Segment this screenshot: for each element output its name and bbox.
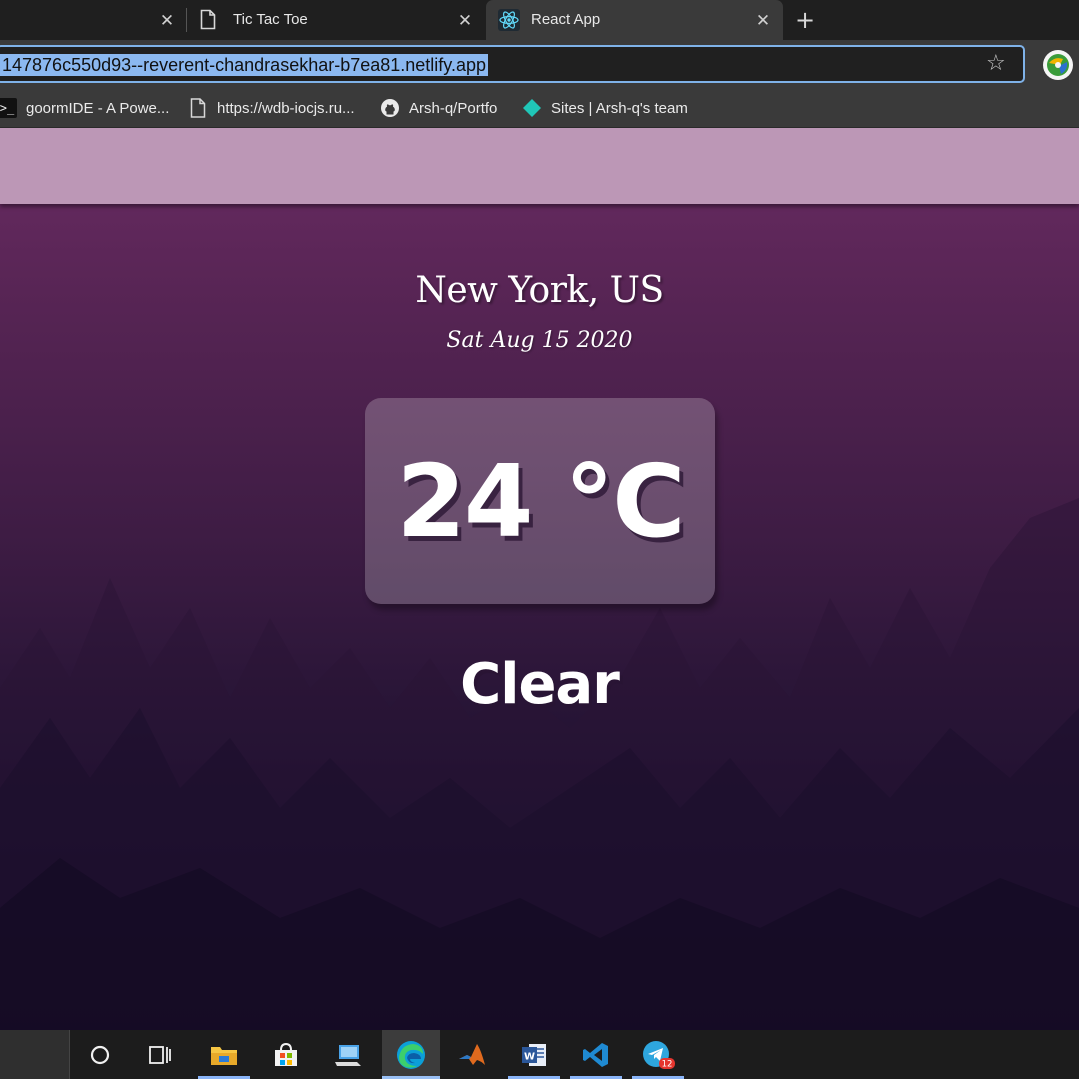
date-label: Sat Aug 15 2020 [446, 328, 633, 353]
temperature-value: 24 °C [396, 442, 685, 560]
bookmark-goormide[interactable]: >_ goormIDE - A Powe... [0, 96, 169, 120]
bookmark-label: https://wdb-iocjs.ru... [217, 99, 355, 117]
vscode-icon[interactable] [570, 1030, 622, 1079]
weather-condition: Clear [460, 652, 620, 717]
page-icon [200, 9, 216, 30]
address-bar[interactable]: 147876c550d93--reverent-chandrasekhar-b7… [0, 45, 1025, 83]
favorite-star-icon[interactable]: ☆ [986, 53, 1006, 75]
location-title: New York, US [415, 270, 664, 311]
tab-previous[interactable]: ✕ [0, 0, 186, 40]
tab-tic-tac-toe[interactable]: Tic Tac Toe ✕ [188, 0, 484, 40]
telegram-icon[interactable]: 12 [632, 1030, 684, 1079]
edge-icon[interactable] [382, 1030, 440, 1079]
tab-close-icon[interactable]: ✕ [754, 11, 772, 29]
tab-divider [186, 8, 187, 32]
tab-title: React App [531, 11, 601, 28]
matlab-icon[interactable] [446, 1030, 498, 1079]
svg-text:W: W [524, 1051, 535, 1062]
new-tab-button[interactable]: + [793, 8, 817, 32]
extension-icon[interactable] [1043, 50, 1073, 80]
pc-icon[interactable] [322, 1030, 374, 1079]
tab-close-icon[interactable]: ✕ [456, 11, 474, 29]
bookmark-label: Sites | Arsh-q's team [551, 99, 688, 117]
weather-app: New York, US Sat Aug 15 2020 24 °C Clear [0, 128, 1079, 1030]
react-icon [498, 9, 520, 31]
tab-react-app[interactable]: React App ✕ [486, 0, 783, 40]
terminal-icon: >_ [0, 98, 17, 118]
task-view-icon[interactable] [134, 1030, 186, 1079]
netlify-icon [522, 98, 542, 118]
header-band [0, 128, 1079, 204]
word-icon[interactable]: W [508, 1030, 560, 1079]
github-icon [380, 98, 400, 118]
browser-toolbar: 147876c550d93--reverent-chandrasekhar-b7… [0, 40, 1079, 88]
tab-strip: ✕ Tic Tac Toe ✕ React App ✕ + [0, 0, 1079, 40]
notification-badge: 12 [662, 1059, 673, 1069]
cortana-icon[interactable] [74, 1030, 126, 1079]
page-icon [188, 98, 208, 118]
bookmark-github-portfolio[interactable]: Arsh-q/Portfo [380, 96, 497, 120]
tab-title: Tic Tac Toe [233, 11, 308, 28]
bookmark-label: goormIDE - A Powe... [26, 99, 170, 117]
url-text[interactable]: 147876c550d93--reverent-chandrasekhar-b7… [0, 54, 488, 76]
bookmark-netlify-sites[interactable]: Sites | Arsh-q's team [522, 96, 688, 120]
taskbar-search-slot[interactable] [0, 1030, 70, 1079]
bookmark-wdb[interactable]: https://wdb-iocjs.ru... [188, 96, 355, 120]
tab-close-icon[interactable]: ✕ [158, 11, 176, 29]
temperature-card: 24 °C [365, 398, 715, 604]
bookmarks-bar: >_ goormIDE - A Powe... https://wdb-iocj… [0, 88, 1079, 128]
taskbar: W 12 [0, 1030, 1079, 1079]
file-explorer-icon[interactable] [198, 1030, 250, 1079]
bookmark-label: Arsh-q/Portfo [409, 99, 498, 117]
store-icon[interactable] [260, 1030, 312, 1079]
